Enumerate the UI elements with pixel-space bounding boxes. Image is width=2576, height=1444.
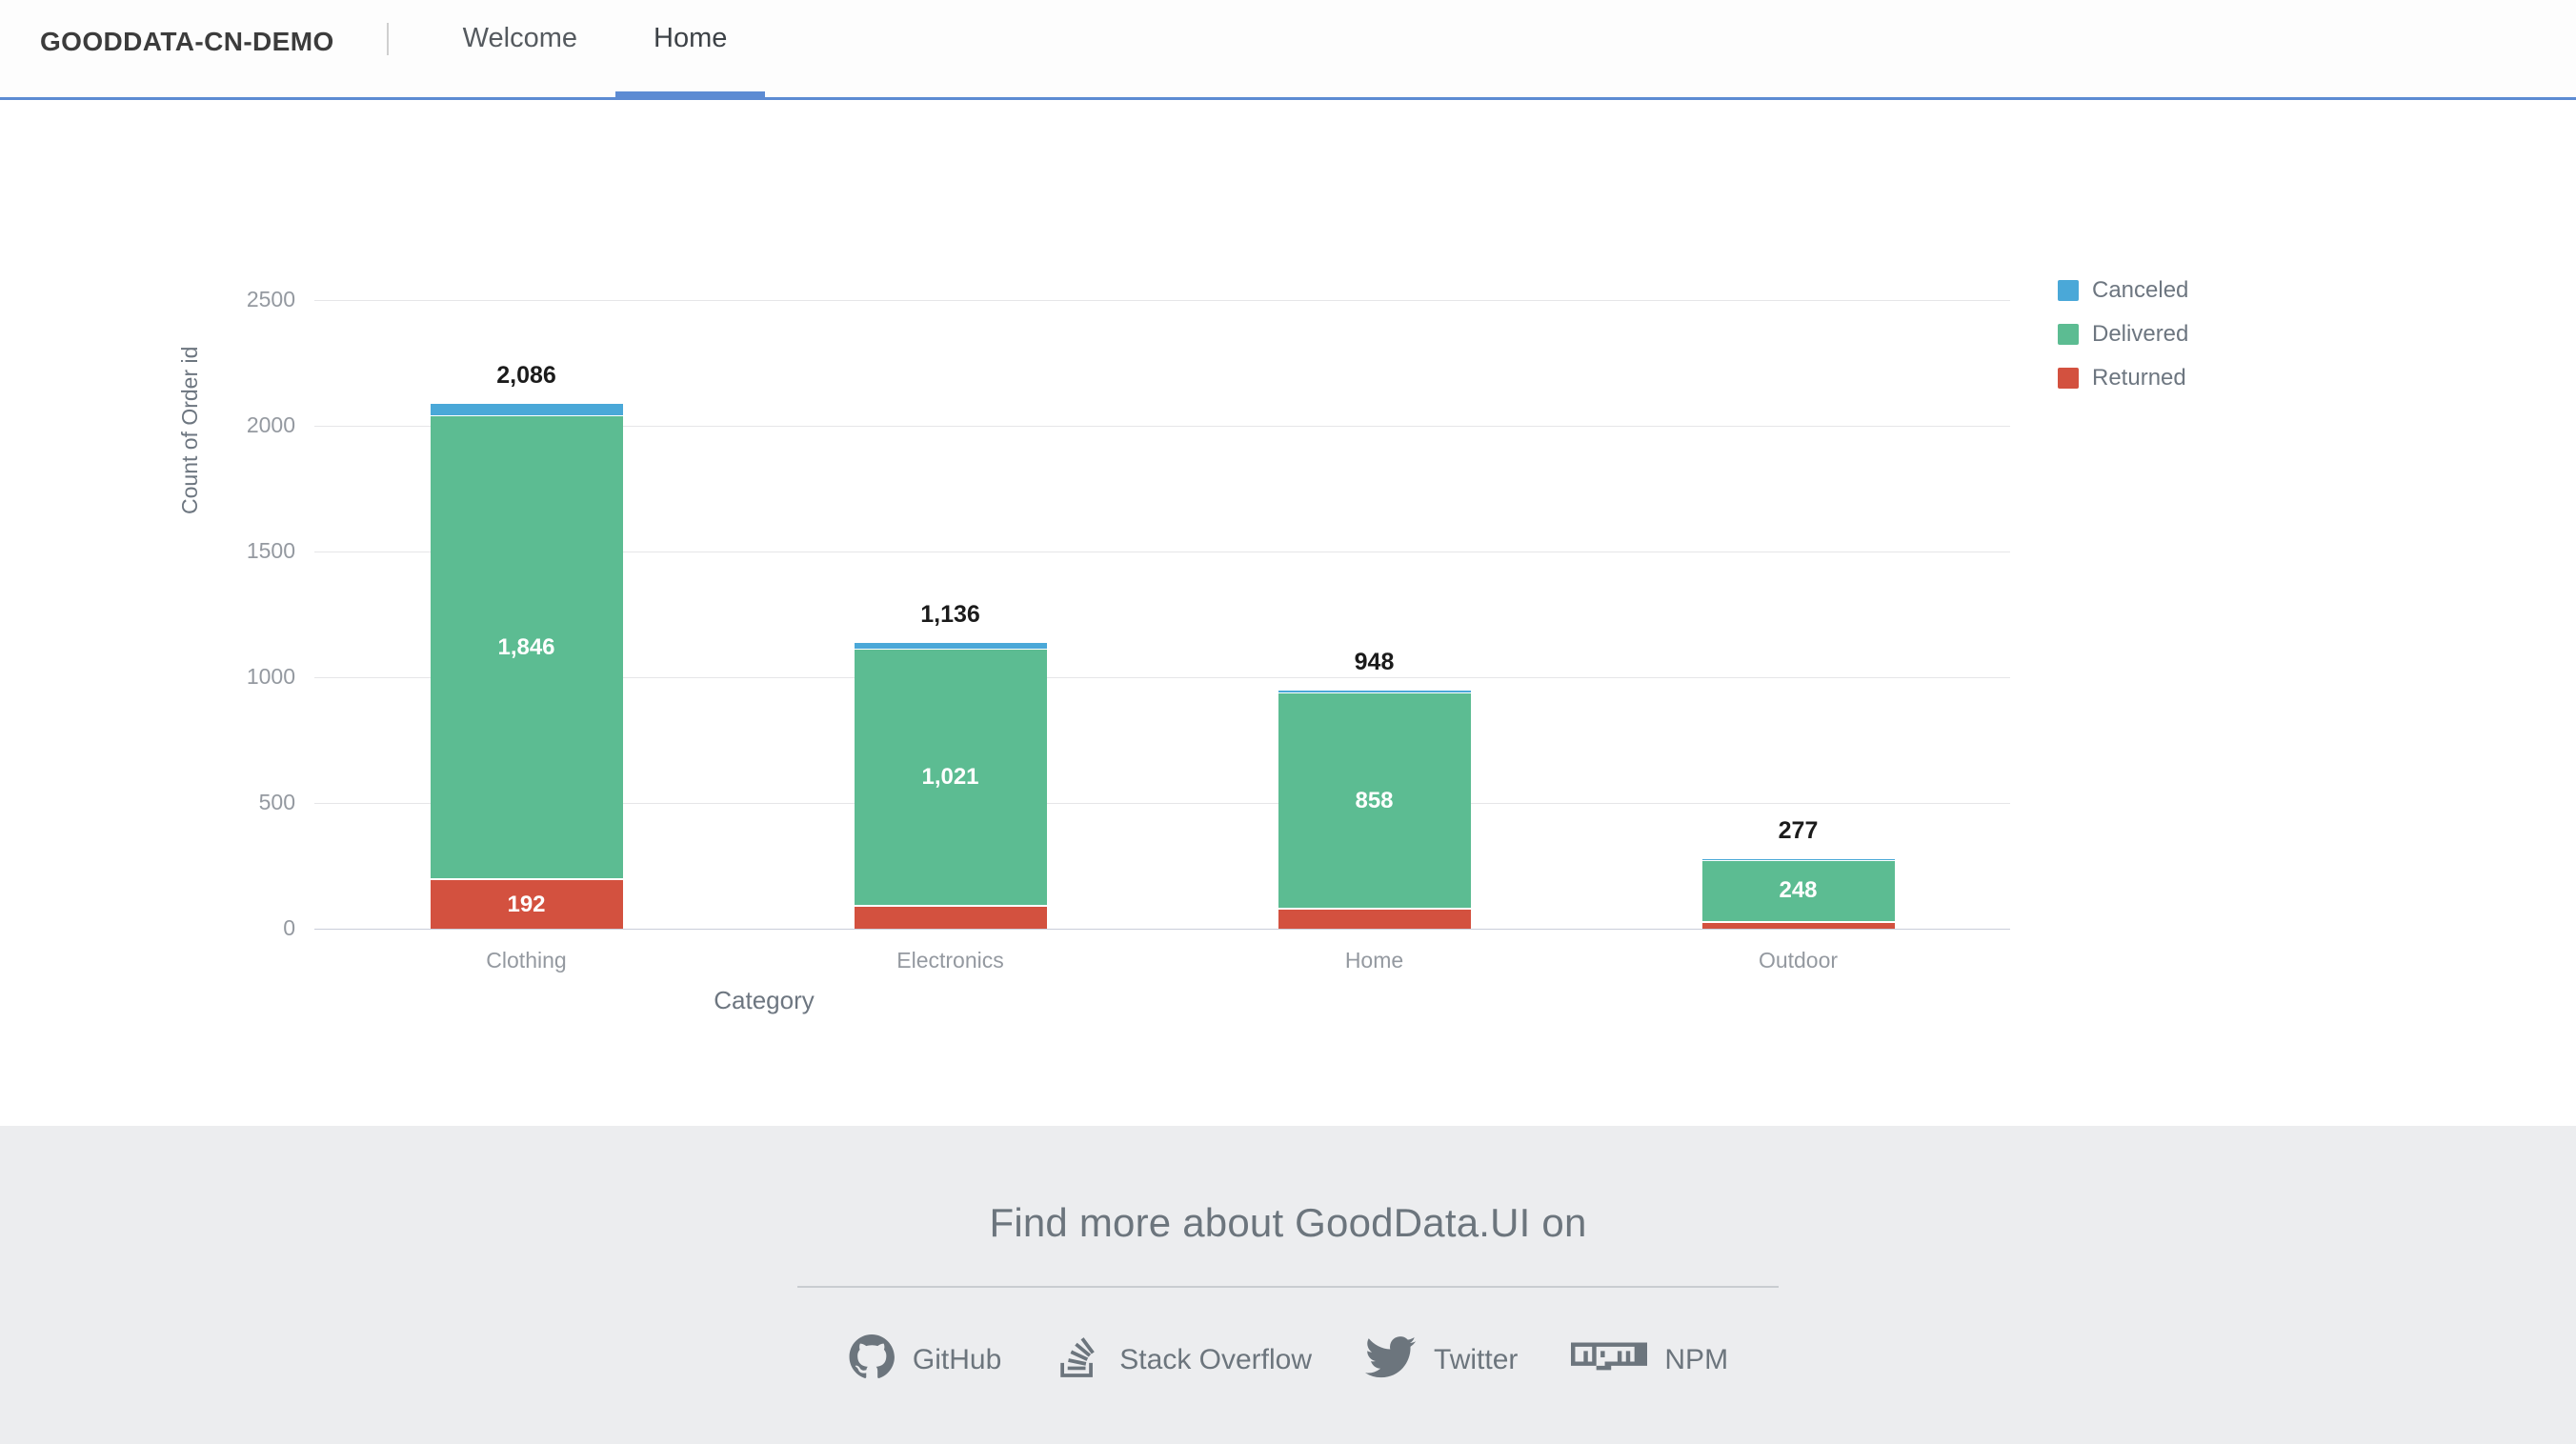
app-header: GOODDATA-CN-DEMO Welcome Home: [0, 0, 2576, 100]
stacked-bar-chart: Count of Order id 1,846 192 2,086 Clothing 1…: [0, 100, 2576, 1126]
x-axis-tick-label: Electronics: [896, 948, 1004, 973]
brand-divider: [386, 23, 389, 55]
legend-swatch: [2058, 368, 2079, 389]
legend-item-delivered[interactable]: Delivered: [2058, 321, 2188, 348]
x-axis-title: Category: [0, 986, 2576, 1015]
legend-label: Delivered: [2092, 321, 2189, 347]
legend-label: Returned: [2092, 365, 2186, 391]
npm-icon: [1571, 1341, 1648, 1378]
bar-electronics[interactable]: 1,021: [854, 643, 1047, 929]
nav-tabs: Welcome Home: [425, 0, 766, 100]
y-axis-tick-label: 1000: [246, 664, 295, 689]
bar-outdoor[interactable]: 248: [1701, 858, 1895, 929]
x-axis-tick-label: Home: [1344, 948, 1404, 973]
footer-links: GitHub Stack Overflow Twitter NPM: [848, 1332, 1728, 1388]
legend-swatch: [2058, 324, 2079, 345]
bar-segment-delivered[interactable]: 248: [1701, 860, 1895, 924]
main-content: Count of Order id 1,846 192 2,086 Clothing 1…: [0, 100, 2576, 1126]
tab-welcome-label: Welcome: [462, 23, 578, 53]
bar-segment-delivered[interactable]: 1,021: [854, 650, 1047, 907]
bar-total-label: 277: [1778, 816, 1819, 844]
plot-area: 1,846 192 2,086 Clothing 1,021 1,136 Electroni…: [314, 300, 2010, 973]
legend-label: Canceled: [2092, 277, 2189, 303]
footer-link-github[interactable]: GitHub: [848, 1334, 1001, 1386]
footer-link-stack-overflow-label: Stack Overflow: [1119, 1343, 1313, 1375]
gridline: [314, 300, 2010, 301]
bar-segment-returned[interactable]: [1701, 923, 1895, 929]
bar-total-label: 948: [1354, 648, 1395, 675]
y-axis-tick-label: 500: [258, 790, 295, 814]
bar-total-label: 2,086: [496, 362, 556, 390]
footer-link-github-label: GitHub: [912, 1343, 1002, 1375]
github-icon: [848, 1334, 896, 1386]
stack-overflow-icon: [1055, 1334, 1102, 1386]
x-axis-tick-label: Outdoor: [1758, 948, 1839, 973]
bar-segment-delivered[interactable]: 1,846: [430, 415, 623, 881]
legend-swatch: [2058, 280, 2079, 301]
x-axis-title-label: Category: [714, 986, 815, 1014]
chart-legend: Canceled Delivered Returned: [2058, 277, 2188, 409]
bar-total-label: 1,136: [920, 601, 980, 629]
footer-link-twitter[interactable]: Twitter: [1365, 1332, 1518, 1388]
y-axis-tick-label: 0: [283, 915, 295, 940]
tab-welcome[interactable]: Welcome: [425, 0, 615, 100]
bar-segment-canceled[interactable]: [854, 643, 1047, 651]
app-brand: GOODDATA-CN-DEMO: [40, 27, 334, 56]
bar-segment-canceled[interactable]: [430, 404, 623, 416]
legend-item-returned[interactable]: Returned: [2058, 365, 2188, 391]
footer-link-stack-overflow[interactable]: Stack Overflow: [1055, 1334, 1312, 1386]
footer-link-npm[interactable]: NPM: [1571, 1341, 1728, 1378]
x-axis-tick-label: Clothing: [486, 948, 567, 973]
y-axis-tick-label: 2500: [246, 287, 295, 311]
y-axis-tick-label: 1500: [246, 538, 295, 563]
bar-segment-returned[interactable]: 192: [430, 880, 623, 929]
page-footer: Find more about GoodData.UI on GitHub St…: [0, 1126, 2576, 1444]
tab-home-label: Home: [654, 23, 728, 53]
tab-home[interactable]: Home: [615, 0, 766, 100]
legend-item-canceled[interactable]: Canceled: [2058, 277, 2188, 304]
footer-link-twitter-label: Twitter: [1434, 1343, 1519, 1375]
bar-segment-returned[interactable]: [1278, 909, 1471, 929]
footer-link-npm-label: NPM: [1664, 1343, 1729, 1375]
footer-title: Find more about GoodData.UI on: [989, 1200, 1587, 1245]
y-axis-tick-label: 2000: [246, 412, 295, 437]
footer-divider: [797, 1286, 1779, 1288]
bar-segment-returned[interactable]: [854, 906, 1047, 929]
bar-home[interactable]: 858: [1278, 690, 1471, 929]
bar-segment-delivered[interactable]: 858: [1278, 693, 1471, 910]
gridline: [314, 929, 2010, 930]
bar-clothing[interactable]: 1,846 192: [430, 404, 623, 929]
twitter-icon: [1365, 1332, 1417, 1388]
